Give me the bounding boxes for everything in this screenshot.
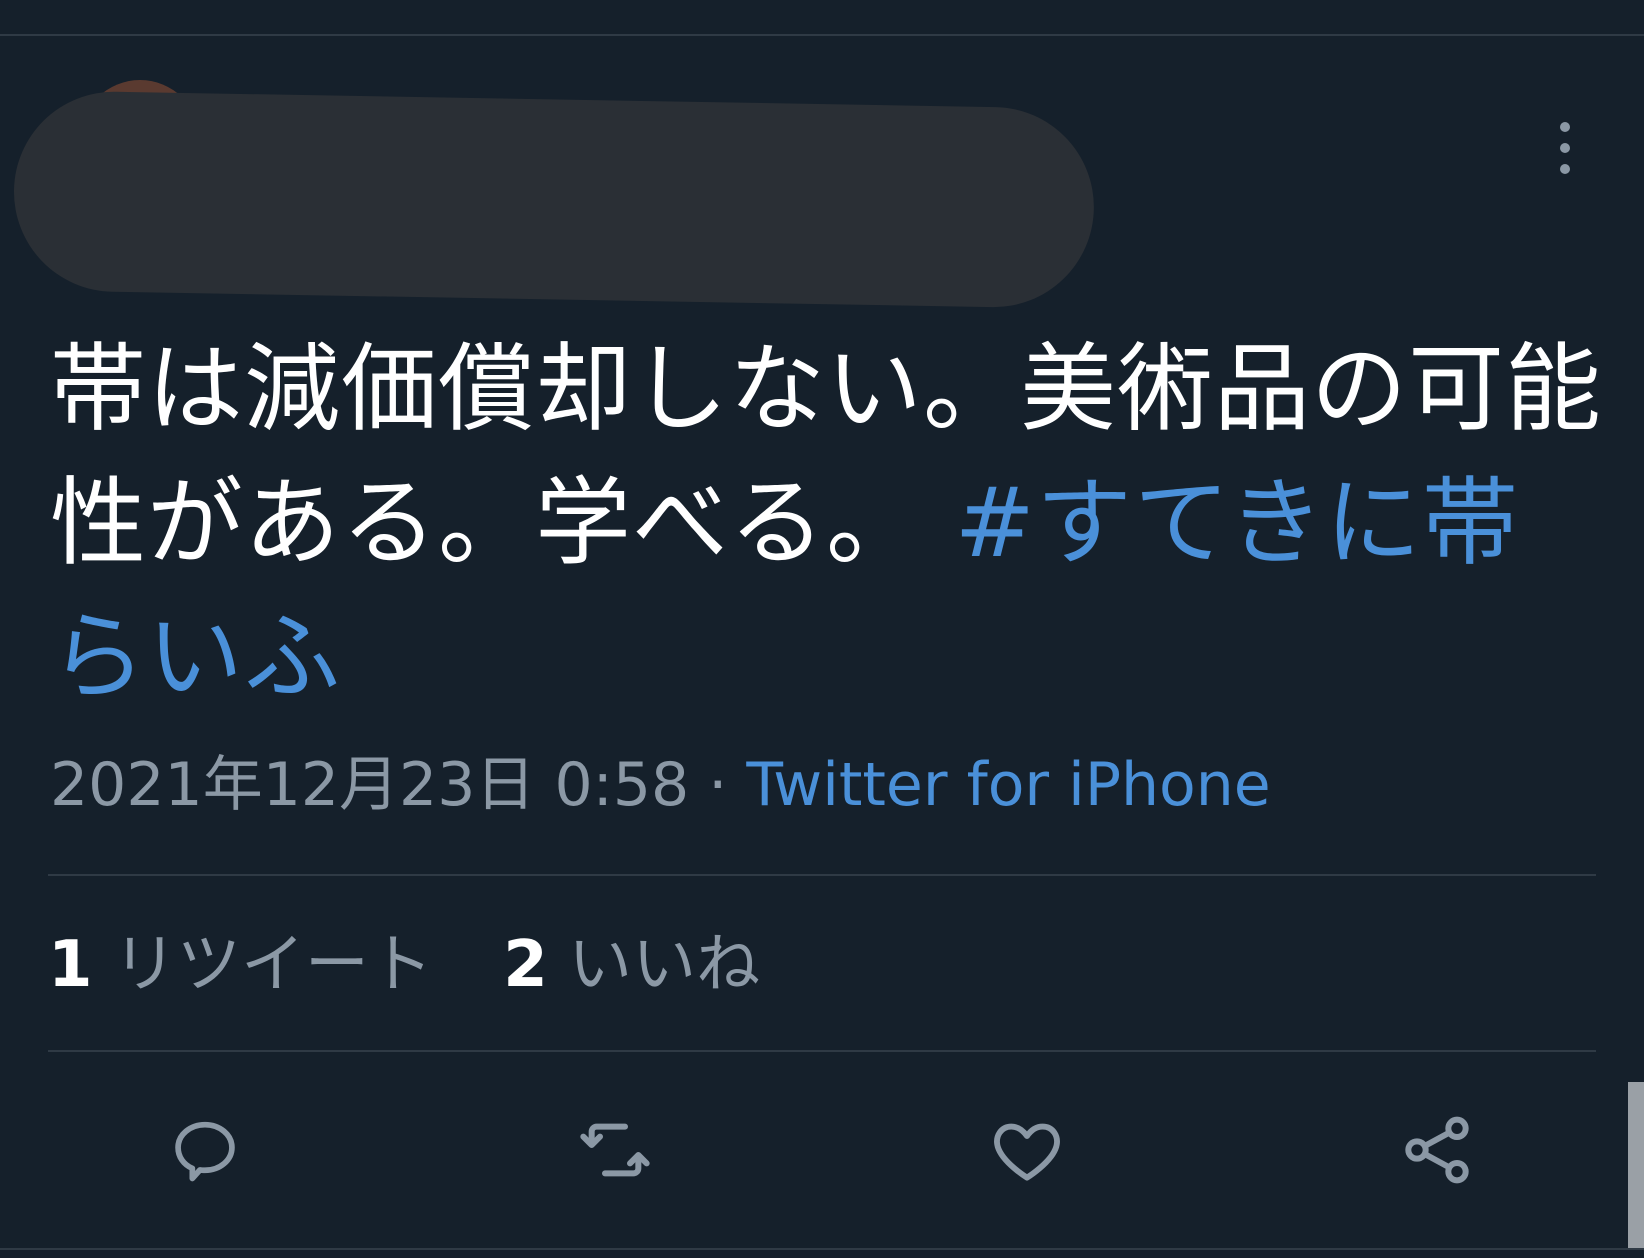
divider [48,1050,1596,1052]
likes-label: いいね [568,928,761,1002]
retweet-button[interactable] [570,1105,660,1195]
more-options-button[interactable] [1545,115,1585,180]
likes-count: 2 [503,928,548,1002]
heart-icon [994,1123,1060,1181]
tweet-stats: 1 リツイート 2 いいね [48,925,810,1005]
top-divider [0,34,1644,36]
reply-icon [175,1121,235,1182]
meta-separator: · [689,750,747,820]
likes-stat[interactable]: 2 いいね [503,928,760,1002]
timestamp: 2021年12月23日 0:58 [50,750,690,820]
retweet-icon [580,1123,650,1177]
more-vertical-icon [1560,121,1570,174]
retweets-label: リツイート [112,928,433,1002]
retweets-stat[interactable]: 1 リツイート [48,928,433,1002]
source-link[interactable]: Twitter for iPhone [746,750,1270,820]
scrollbar[interactable] [1628,1082,1644,1248]
tweet-text: 帯は減価償却しない。美術品の可能性がある。学べる。 #すてきに帯らいふ [50,322,1610,724]
bottom-divider [0,1248,1644,1250]
reply-button[interactable] [160,1105,250,1195]
retweets-count: 1 [48,928,93,1002]
share-button[interactable] [1392,1105,1482,1195]
redacted-user-info [12,90,1096,309]
like-button[interactable] [982,1105,1072,1195]
tweet-meta: 2021年12月23日 0:58 · Twitter for iPhone [50,745,1271,825]
share-icon [1405,1116,1469,1184]
divider [48,874,1596,876]
